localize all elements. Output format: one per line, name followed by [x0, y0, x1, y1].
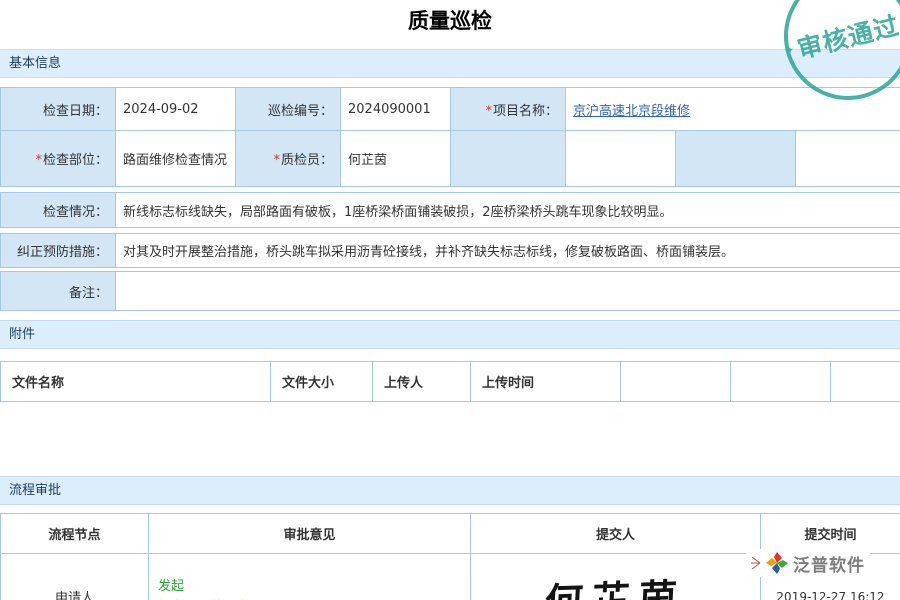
attachments-header-empty	[621, 362, 731, 402]
attachments-header-empty	[731, 362, 831, 402]
inspect-date-value: 2024-09-02	[116, 88, 236, 131]
section-basic-info: 基本信息	[0, 49, 900, 78]
submitter-signature: 何芷茵	[477, 564, 755, 600]
attachments-empty-area	[0, 402, 900, 462]
patrol-no-value: 2024090001	[341, 88, 451, 131]
approval-node-cell: 申请人	[1, 554, 149, 600]
inspector-label: *质检员：	[236, 131, 341, 187]
fanpu-logo: 泛普软件	[746, 549, 870, 577]
inspector-value: 何芷茵	[341, 131, 451, 187]
page-title: 质量巡检	[0, 0, 900, 41]
section-approval-flow: 流程审批	[0, 476, 900, 505]
measures-label: 纠正预防措施：	[1, 234, 116, 268]
opinion-submit-to: 提交给：苑子豪	[158, 597, 463, 600]
project-name-label: *项目名称：	[451, 88, 566, 131]
approval-header-opinion: 审批意见	[149, 514, 471, 554]
remark-table: 备注：	[0, 271, 900, 311]
attachments-header-file-name: 文件名称	[1, 362, 271, 402]
attachments-header-file-size: 文件大小	[271, 362, 373, 402]
attachments-header-empty	[831, 362, 900, 402]
empty-cell	[451, 131, 566, 187]
logo-shine-icon	[751, 553, 761, 573]
approval-header-submit-time: 提交时间	[761, 514, 900, 554]
approval-header-row: 流程节点 审批意见 提交人 提交时间	[1, 514, 900, 554]
approval-header-submitter: 提交人	[471, 514, 761, 554]
empty-cell	[566, 131, 676, 187]
attachments-header-row: 文件名称 文件大小 上传人 上传时间	[1, 362, 900, 402]
inspect-part-label: *检查部位：	[1, 131, 116, 187]
attachments-table: 文件名称 文件大小 上传人 上传时间	[0, 361, 900, 402]
table-row: 备注：	[1, 272, 900, 311]
inspect-part-value: 路面维修检查情况	[116, 131, 236, 187]
situation-table: 检查情况： 新线标志标线缺失，局部路面有破板，1座桥梁桥面铺装破损，2座桥梁桥头…	[0, 192, 900, 228]
opinion-action: 发起	[158, 576, 463, 597]
remark-value	[116, 272, 900, 311]
quality-inspection-page: 质量巡检 ✦ 审核通过 ✦ 基本信息 检查日期： 2024-09-02 巡检编号…	[0, 0, 900, 600]
table-row: *检查部位： 路面维修检查情况 *质检员： 何芷茵	[1, 131, 900, 187]
table-row: 检查情况： 新线标志标线缺失，局部路面有破板，1座桥梁桥面铺装破损，2座桥梁桥头…	[1, 193, 900, 228]
required-mark: *	[273, 153, 280, 168]
patrol-no-label: 巡检编号：	[236, 88, 341, 131]
table-row: 纠正预防措施： 对其及时开展整治措施，桥头跳车拟采用沥青砼接线，并补齐缺失标志标…	[1, 234, 900, 268]
attachments-header-upload-time: 上传时间	[471, 362, 621, 402]
basic-info-table: 检查日期： 2024-09-02 巡检编号： 2024090001 *项目名称：…	[0, 87, 900, 187]
required-mark: *	[485, 104, 492, 119]
approval-header-node: 流程节点	[1, 514, 149, 554]
empty-cell	[676, 131, 796, 187]
remark-label: 备注：	[1, 272, 116, 311]
logo-text: 泛普软件	[793, 551, 865, 576]
table-row: 检查日期： 2024-09-02 巡检编号： 2024090001 *项目名称：…	[1, 88, 900, 131]
approval-opinion-cell: 发起 提交给：苑子豪	[149, 554, 471, 600]
fanpu-logo-icon	[766, 552, 788, 574]
measures-value: 对其及时开展整治措施，桥头跳车拟采用沥青砼接线，并补齐缺失标志标线，修复破板路面…	[116, 234, 900, 268]
situation-label: 检查情况：	[1, 193, 116, 228]
approval-submitter-cell: 何芷茵	[471, 554, 761, 600]
attachments-header-uploader: 上传人	[373, 362, 471, 402]
empty-cell	[796, 131, 900, 187]
project-link[interactable]: 京沪高速北京段维修	[573, 104, 690, 119]
inspect-date-label: 检查日期：	[1, 88, 116, 131]
section-attachments: 附件	[0, 320, 900, 349]
measures-table: 纠正预防措施： 对其及时开展整治措施，桥头跳车拟采用沥青砼接线，并补齐缺失标志标…	[0, 233, 900, 268]
project-name-cell: 京沪高速北京段维修	[566, 88, 900, 131]
required-mark: *	[35, 153, 42, 168]
situation-value: 新线标志标线缺失，局部路面有破板，1座桥梁桥面铺装破损，2座桥梁桥头跳车现象比较…	[116, 193, 900, 228]
